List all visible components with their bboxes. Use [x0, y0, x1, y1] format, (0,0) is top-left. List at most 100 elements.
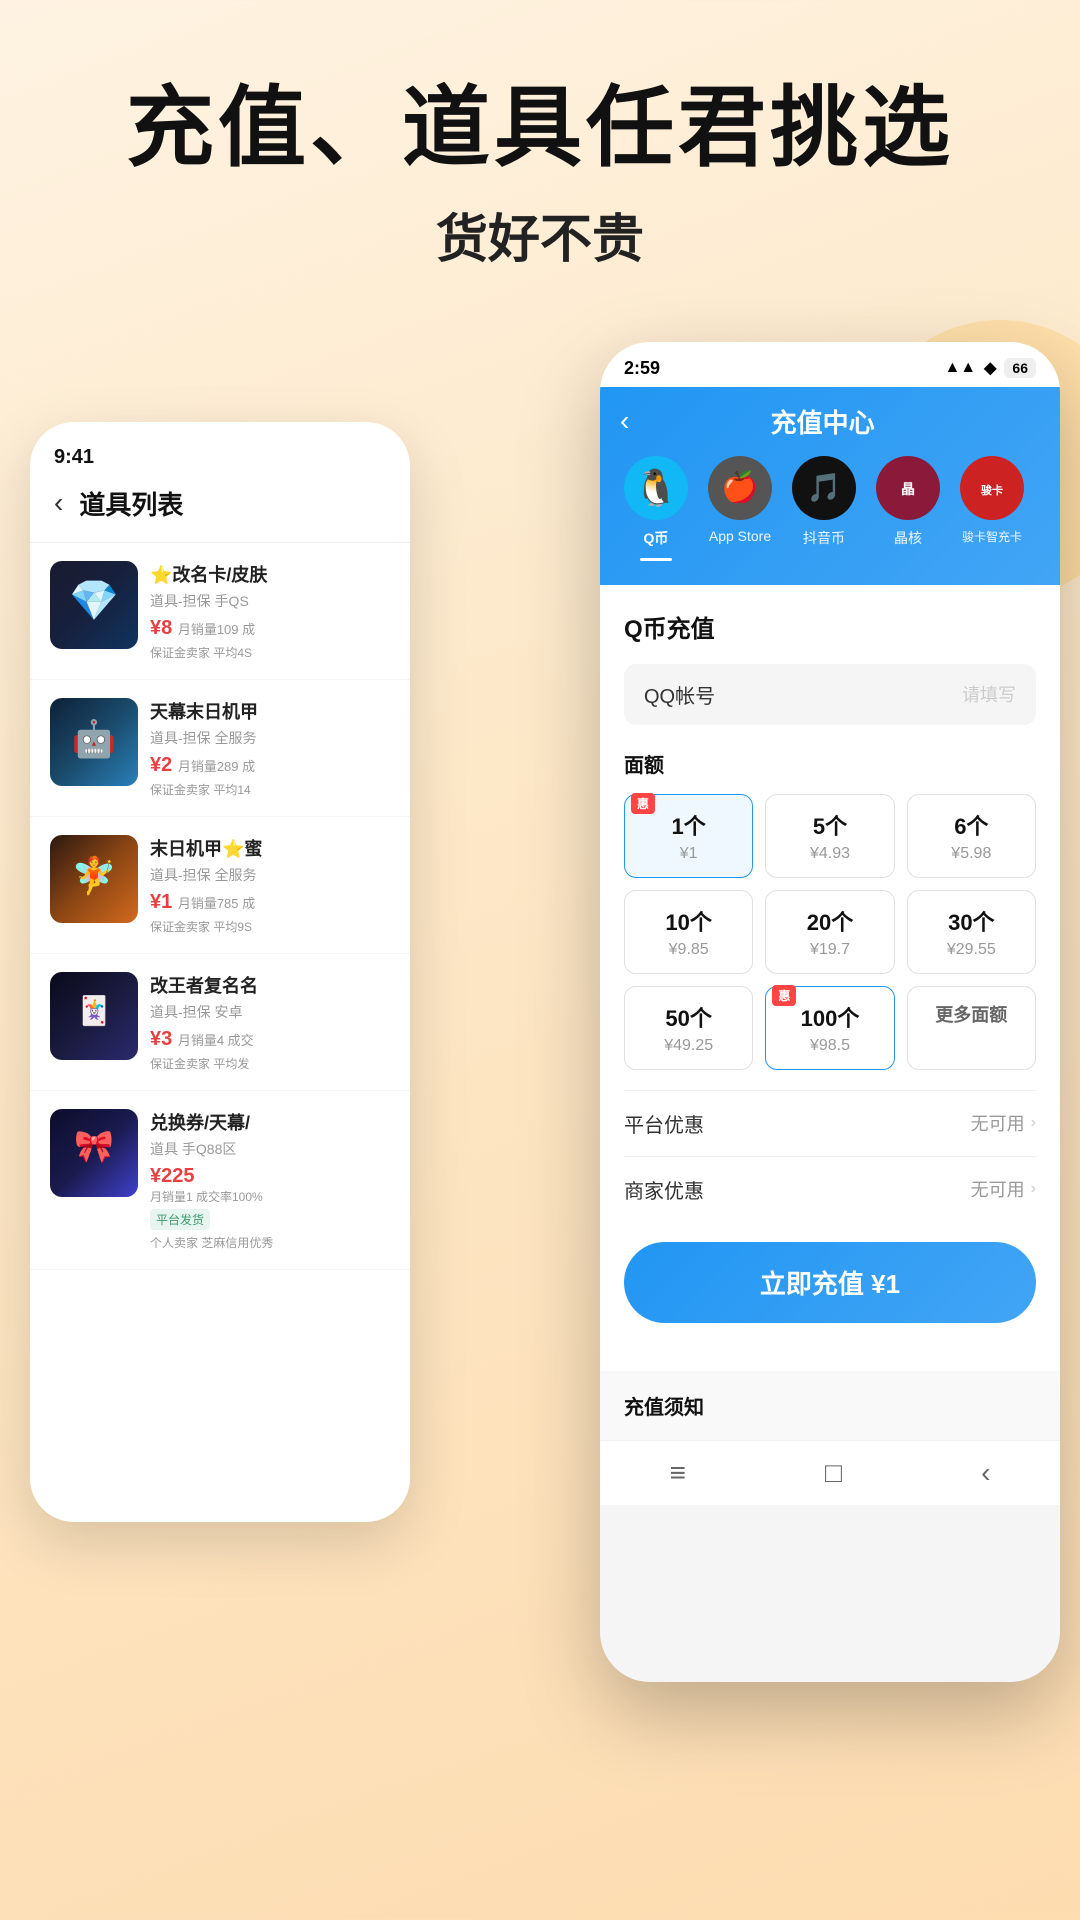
nav-back-icon[interactable]: ‹	[981, 1457, 990, 1489]
recharge-nav: ‹ 充值中心	[620, 387, 1040, 456]
front-status-bar: 2:59 ▲▲ ◆ 66	[600, 342, 1060, 387]
item-sales: 月销量1 成交率100%	[150, 1188, 390, 1205]
item-desc: 道具-担保 全服务	[150, 728, 350, 748]
recharge-title: 充值中心	[645, 403, 1000, 440]
category-item-junka[interactable]: 骏卡 骏卡智充卡	[960, 456, 1024, 561]
amount-sub: ¥49.25	[633, 1037, 744, 1055]
amount-sub: ¥98.5	[774, 1037, 885, 1055]
header-section: 充值、道具任君挑选 货好不贵	[0, 0, 1080, 312]
merchant-discount-val: 无可用 ›	[971, 1176, 1036, 1202]
list-item[interactable]: 🃏 改王者复名名 道具-担保 安卓 ¥3 月销量4 成交 保证金卖家 平均发	[30, 954, 410, 1091]
back-phone: 9:41 ‹ 道具列表 💎 ⭐改名卡/皮肤 道具-担保 手QS ¥8 月销量10…	[30, 422, 410, 1522]
amount-main: 5个	[774, 809, 885, 841]
category-scroll: 🐧 Q币 🍎 App Store 🎵 抖音币 晶 晶核	[620, 456, 1040, 561]
category-active-indicator	[640, 558, 672, 561]
amount-sub: ¥29.55	[916, 941, 1027, 959]
jinghe-icon: 晶	[876, 456, 940, 520]
junka-icon: 骏卡	[960, 456, 1024, 520]
category-item-qq[interactable]: 🐧 Q币	[624, 456, 688, 561]
amount-main: 30个	[916, 905, 1027, 937]
category-item-jinghe[interactable]: 晶 晶核	[876, 456, 940, 561]
amount-cell-6[interactable]: 6个 ¥5.98	[907, 794, 1036, 878]
item-image: 🎀	[50, 1109, 138, 1197]
amount-cell-50[interactable]: 50个 ¥49.25	[624, 986, 753, 1070]
apple-icon: 🍎	[708, 456, 772, 520]
item-desc: 道具-担保 手QS	[150, 591, 350, 611]
amount-grid: 惠 1个 ¥1 5个 ¥4.93 6个 ¥5.98 10个 ¥9.85	[624, 794, 1036, 1070]
amount-main: 20个	[774, 905, 885, 937]
item-tag: 个人卖家 芝麻信用优秀	[150, 1234, 390, 1251]
amount-cell-100[interactable]: 惠 100个 ¥98.5	[765, 986, 894, 1070]
input-placeholder: 请填写	[962, 681, 1016, 707]
item-price: ¥8 月销量109 成	[150, 617, 390, 640]
amount-cell-5[interactable]: 5个 ¥4.93	[765, 794, 894, 878]
nav-back-icon[interactable]: ‹	[620, 405, 629, 437]
list-item[interactable]: 🧚 末日机甲⭐蜜 道具-担保 全服务 ¥1 月销量785 成 保证金卖家 平均9…	[30, 817, 410, 954]
svg-text:骏卡: 骏卡	[981, 483, 1003, 497]
platform-discount-val: 无可用 ›	[971, 1110, 1036, 1136]
header-title: 充值、道具任君挑选	[60, 80, 1020, 177]
amount-main: 6个	[916, 809, 1027, 841]
item-name: 兑换券/天幕/	[150, 1109, 350, 1135]
battery-icon: 66	[1004, 358, 1036, 378]
cta-button[interactable]: 立即充值 ¥1	[624, 1242, 1036, 1323]
item-tag: 保证金卖家 平均4S	[150, 644, 390, 661]
chevron-right-icon: ›	[1031, 1114, 1036, 1132]
category-label-jinghe: 晶核	[894, 528, 922, 548]
nav-home-icon[interactable]: □	[825, 1457, 842, 1489]
item-desc: 道具-担保 全服务	[150, 865, 350, 885]
svg-text:晶: 晶	[901, 481, 915, 497]
back-phone-time: 9:41	[30, 446, 410, 485]
amount-sub: ¥9.85	[633, 941, 744, 959]
amount-sub: ¥19.7	[774, 941, 885, 959]
item-tag: 保证金卖家 平均发	[150, 1055, 390, 1072]
list-item[interactable]: 💎 ⭐改名卡/皮肤 道具-担保 手QS ¥8 月销量109 成 保证金卖家 平均…	[30, 543, 410, 680]
amount-main: 更多面额	[916, 1001, 1027, 1027]
back-phone-title: 道具列表	[79, 485, 183, 522]
list-item[interactable]: 🤖 天幕末日机甲 道具-担保 全服务 ¥2 月销量289 成 保证金卖家 平均1…	[30, 680, 410, 817]
item-image: 💎	[50, 561, 138, 649]
front-status-time: 2:59	[624, 358, 660, 379]
notice-section: 充值须知	[600, 1371, 1060, 1440]
item-price: ¥1 月销量785 成	[150, 891, 390, 914]
item-image: 🤖	[50, 698, 138, 786]
tiktok-icon: 🎵	[792, 456, 856, 520]
nav-menu-icon[interactable]: ≡	[670, 1457, 686, 1489]
recharge-header: ‹ 充值中心 🐧 Q币 🍎 App Store 🎵 抖音币	[600, 387, 1060, 585]
qq-icon: 🐧	[624, 456, 688, 520]
notice-title: 充值须知	[624, 1391, 1036, 1420]
category-label-tiktok: 抖音币	[803, 528, 845, 548]
list-item[interactable]: 🎀 兑换券/天幕/ 道具 手Q88区 ¥225 月销量1 成交率100% 平台发…	[30, 1091, 410, 1270]
item-price: ¥225	[150, 1165, 390, 1188]
amount-sub: ¥1	[633, 845, 744, 863]
item-name: 末日机甲⭐蜜	[150, 835, 350, 861]
item-image: 🧚	[50, 835, 138, 923]
amount-cell-20[interactable]: 20个 ¥19.7	[765, 890, 894, 974]
category-item-apple[interactable]: 🍎 App Store	[708, 456, 772, 561]
merchant-discount-row[interactable]: 商家优惠 无可用 ›	[624, 1156, 1036, 1222]
chevron-right-icon: ›	[1031, 1180, 1036, 1198]
status-icons: ▲▲ ◆ 66	[944, 358, 1036, 378]
bottom-nav: ≡ □ ‹	[600, 1440, 1060, 1505]
platform-discount-row[interactable]: 平台优惠 无可用 ›	[624, 1090, 1036, 1156]
amount-cell-10[interactable]: 10个 ¥9.85	[624, 890, 753, 974]
item-desc: 道具-担保 安卓	[150, 1002, 350, 1022]
amount-badge: 惠	[772, 985, 796, 1006]
amount-cell-30[interactable]: 30个 ¥29.55	[907, 890, 1036, 974]
amount-cell-1[interactable]: 惠 1个 ¥1	[624, 794, 753, 878]
item-tag: 保证金卖家 平均14	[150, 781, 390, 798]
item-price: ¥2 月销量289 成	[150, 754, 390, 777]
category-item-tiktok[interactable]: 🎵 抖音币	[792, 456, 856, 561]
wifi-icon: ◆	[984, 358, 996, 378]
platform-discount-label: 平台优惠	[624, 1109, 704, 1138]
category-label-apple: App Store	[709, 528, 771, 544]
section-title: Q币充值	[624, 609, 1036, 644]
header-subtitle: 货好不贵	[60, 197, 1020, 272]
amount-cell-more[interactable]: 更多面额	[907, 986, 1036, 1070]
amount-main: 10个	[633, 905, 744, 937]
item-tag: 保证金卖家 平均9S	[150, 918, 390, 935]
back-arrow-icon[interactable]: ‹	[54, 487, 63, 519]
signal-icon: ▲▲	[944, 359, 976, 377]
item-desc: 道具 手Q88区	[150, 1139, 350, 1159]
qq-input-row[interactable]: QQ帐号 请填写	[624, 664, 1036, 725]
